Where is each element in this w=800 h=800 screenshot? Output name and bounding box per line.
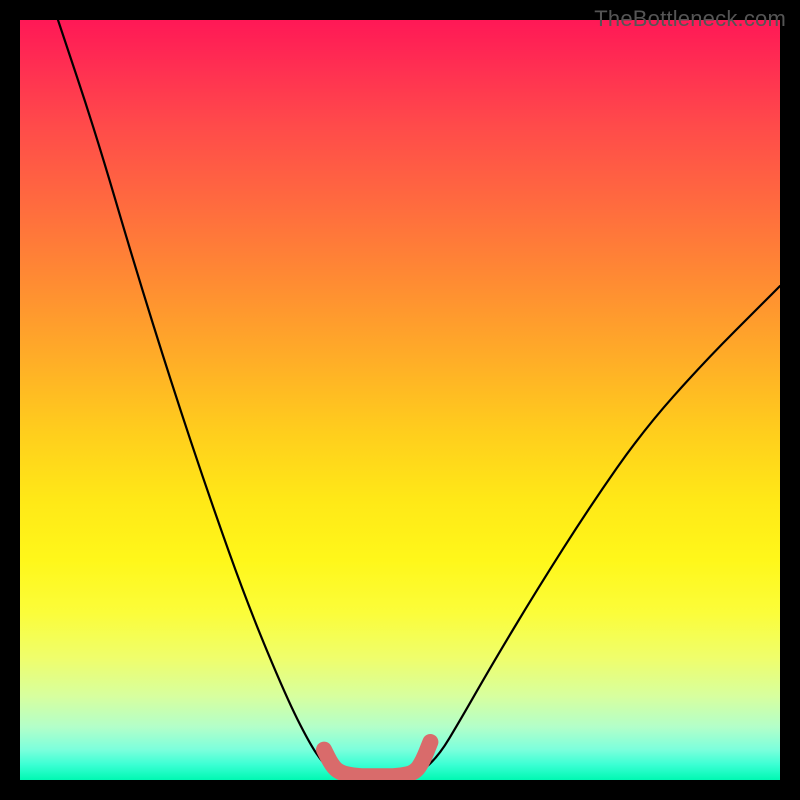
chart-series-container xyxy=(58,20,780,776)
chart-plot-area xyxy=(20,20,780,780)
watermark-text: TheBottleneck.com xyxy=(594,6,786,32)
series-bottleneck-curve-right xyxy=(415,286,780,776)
series-bottleneck-curve-left xyxy=(58,20,339,776)
series-optimal-zone xyxy=(324,742,430,776)
chart-svg xyxy=(20,20,780,780)
